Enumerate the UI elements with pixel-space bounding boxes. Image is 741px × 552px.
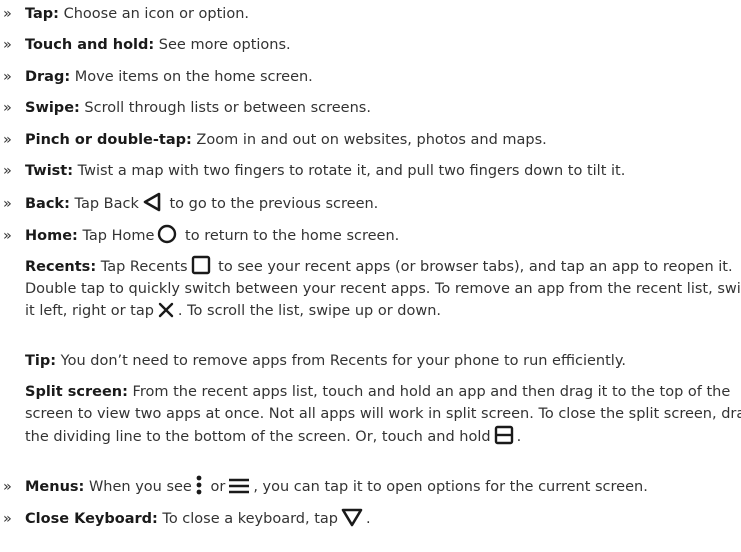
list-item-swipe: » Swipe: Scroll through lists or between … [3,100,371,116]
list-item-tap: » Tap: Choose an icon or option. [3,6,249,22]
back-triangle-icon [142,192,162,212]
list-item-menus: » Menus: When you see or, you can tap it … [3,475,739,498]
list-item-drag: » Drag: Move items on the home screen. [3,69,313,85]
list-item-twist: » Twist: Twist a map with two fingers to … [3,163,626,179]
vertical-dots-icon [195,475,203,495]
close-x-icon [157,301,175,319]
list-item-split-screen: »Split screen: From the recent apps list… [25,384,741,445]
hamburger-menu-icon [228,477,250,495]
tip-note: Tip: You don’t need to remove apps from … [25,353,626,369]
list-item-pinch: » Pinch or double-tap: Zoom in and out on… [3,132,547,148]
list-item-recents: »Recents: Tap Recents to see your recent… [3,255,741,322]
split-screen-icon [494,425,514,445]
list-item-home: » Home: Tap Home to return to the home sc… [3,224,739,247]
list-item-touch-hold: » Touch and hold: See more options. [3,37,291,53]
list-item-back: » Back: Tap Back to go to the previous sc… [3,192,739,215]
recents-square-icon [191,255,211,275]
list-item-close-keyboard: » Close Keyboard: To close a keyboard, ta… [3,507,739,530]
home-circle-icon [157,224,177,244]
term-tap: Tap: [25,6,59,22]
close-keyboard-triangle-icon [341,507,363,527]
